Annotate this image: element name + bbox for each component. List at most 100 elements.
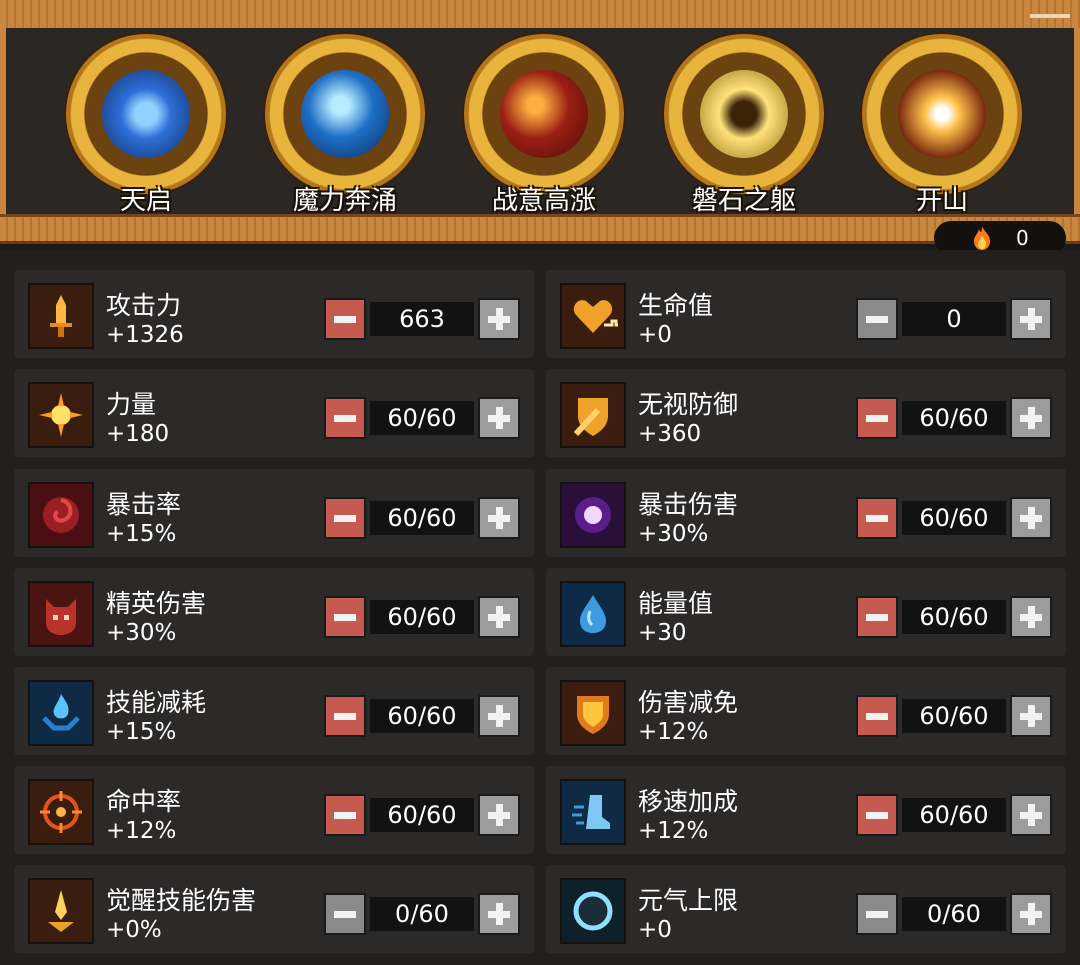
decrease-button[interactable] xyxy=(856,596,898,638)
stat-bonus: +360 xyxy=(638,421,702,447)
stat-value: 60/60 xyxy=(370,501,474,535)
stat-row-skill-cost-reduction: 技能减耗 +15% 60/60 xyxy=(14,667,534,755)
stat-stepper: 0/60 xyxy=(324,893,520,935)
increase-button[interactable] xyxy=(478,794,520,836)
skill-label: 磐石之躯 xyxy=(691,186,796,216)
broken-shield-icon xyxy=(560,382,626,448)
decrease-button[interactable] xyxy=(324,893,366,935)
decrease-button[interactable] xyxy=(324,497,366,539)
stat-value: 60/60 xyxy=(902,600,1006,634)
decrease-button[interactable] xyxy=(324,695,366,737)
stat-name: 精英伤害 xyxy=(106,589,207,618)
stat-row-attack: 攻击力 +1326 663 xyxy=(14,270,534,358)
skill-kaishan[interactable]: 开山 xyxy=(852,34,1032,216)
skill-label: 战意高涨 xyxy=(491,186,596,216)
stat-name: 力量 xyxy=(106,390,157,419)
stat-name: 暴击率 xyxy=(106,490,182,519)
stat-bonus: +12% xyxy=(106,818,177,844)
stat-bonus: +1326 xyxy=(106,322,184,348)
gold-shield-icon xyxy=(560,680,626,746)
stat-value: 0/60 xyxy=(902,897,1006,931)
skill-zhanyi-gaozhang[interactable]: 战意高涨 xyxy=(454,34,634,216)
stat-stepper: 60/60 xyxy=(324,794,520,836)
mid-wood-frame xyxy=(0,214,1080,244)
increase-button[interactable] xyxy=(478,497,520,539)
blue-ring-icon xyxy=(560,878,626,944)
skill-tianqi[interactable]: 天启 xyxy=(56,34,236,216)
stat-stepper: 60/60 xyxy=(856,596,1052,638)
stat-name: 伤害减免 xyxy=(638,688,739,717)
decrease-button[interactable] xyxy=(856,298,898,340)
top-wood-frame xyxy=(0,0,1080,31)
increase-button[interactable] xyxy=(1010,893,1052,935)
increase-button[interactable] xyxy=(1010,596,1052,638)
stat-value: 663 xyxy=(370,302,474,336)
skill-label: 天启 xyxy=(119,186,172,216)
stat-name: 命中率 xyxy=(106,787,182,816)
decrease-button[interactable] xyxy=(856,794,898,836)
stat-value: 60/60 xyxy=(370,401,474,435)
points-value: 0 xyxy=(1016,226,1029,250)
stat-name: 技能减耗 xyxy=(106,688,207,717)
stat-name: 觉醒技能伤害 xyxy=(106,886,257,915)
stat-stepper: 0/60 xyxy=(856,893,1052,935)
increase-button[interactable] xyxy=(1010,298,1052,340)
stat-name: 能量值 xyxy=(638,589,714,618)
stat-row-crit-rate: 暴击率 +15% 60/60 xyxy=(14,469,534,557)
stat-value: 60/60 xyxy=(902,699,1006,733)
sun-burst-icon xyxy=(28,382,94,448)
stat-row-elite-damage: 精英伤害 +30% 60/60 xyxy=(14,568,534,656)
decrease-button[interactable] xyxy=(324,397,366,439)
stat-bonus: +15% xyxy=(106,719,177,745)
stat-bonus: +0 xyxy=(638,917,672,943)
stats-panel: 攻击力 +1326 663 生命值 +0 0 力量 +180 60/60 无视防… xyxy=(0,250,1080,965)
stat-stepper: 663 xyxy=(324,298,520,340)
stat-stepper: 60/60 xyxy=(856,497,1052,539)
stat-value: 60/60 xyxy=(370,600,474,634)
decrease-button[interactable] xyxy=(856,695,898,737)
stat-row-move-speed: 移速加成 +12% 60/60 xyxy=(546,766,1066,854)
stat-stepper: 60/60 xyxy=(324,695,520,737)
skill-panshi-zhiqu[interactable]: 磐石之躯 xyxy=(654,34,834,216)
skill-label: 开山 xyxy=(915,186,968,216)
stat-stepper: 60/60 xyxy=(856,397,1052,439)
meditating-figure-icon xyxy=(102,70,190,158)
increase-button[interactable] xyxy=(1010,497,1052,539)
stat-value: 60/60 xyxy=(902,401,1006,435)
increase-button[interactable] xyxy=(478,298,520,340)
decrease-button[interactable] xyxy=(324,298,366,340)
stat-bonus: +15% xyxy=(106,521,177,547)
water-drop-icon xyxy=(560,581,626,647)
stat-row-crit-damage: 暴击伤害 +30% 60/60 xyxy=(546,469,1066,557)
stat-name: 元气上限 xyxy=(638,886,739,915)
increase-button[interactable] xyxy=(478,397,520,439)
stat-value: 60/60 xyxy=(902,501,1006,535)
increase-button[interactable] xyxy=(1010,695,1052,737)
stat-stepper: 60/60 xyxy=(856,695,1052,737)
decrease-button[interactable] xyxy=(324,596,366,638)
stat-value: 60/60 xyxy=(902,798,1006,832)
decrease-button[interactable] xyxy=(856,497,898,539)
stat-value: 60/60 xyxy=(370,798,474,832)
decrease-button[interactable] xyxy=(324,794,366,836)
stat-name: 移速加成 xyxy=(638,787,739,816)
stat-bonus: +12% xyxy=(638,719,709,745)
golden-dagger-icon xyxy=(28,878,94,944)
increase-button[interactable] xyxy=(1010,794,1052,836)
increase-button[interactable] xyxy=(478,893,520,935)
decrease-button[interactable] xyxy=(856,397,898,439)
stat-bonus: +12% xyxy=(638,818,709,844)
stat-row-hit-rate: 命中率 +12% 60/60 xyxy=(14,766,534,854)
sword-icon xyxy=(28,283,94,349)
decrease-button[interactable] xyxy=(856,893,898,935)
increase-button[interactable] xyxy=(1010,397,1052,439)
stat-name: 攻击力 xyxy=(106,291,182,320)
stat-stepper: 60/60 xyxy=(324,397,520,439)
stat-name: 生命值 xyxy=(638,291,714,320)
stat-name: 暴击伤害 xyxy=(638,490,739,519)
skill-moli-benyong[interactable]: 魔力奔涌 xyxy=(255,34,435,216)
stat-value: 60/60 xyxy=(370,699,474,733)
increase-button[interactable] xyxy=(478,596,520,638)
increase-button[interactable] xyxy=(478,695,520,737)
crosshair-icon xyxy=(28,779,94,845)
